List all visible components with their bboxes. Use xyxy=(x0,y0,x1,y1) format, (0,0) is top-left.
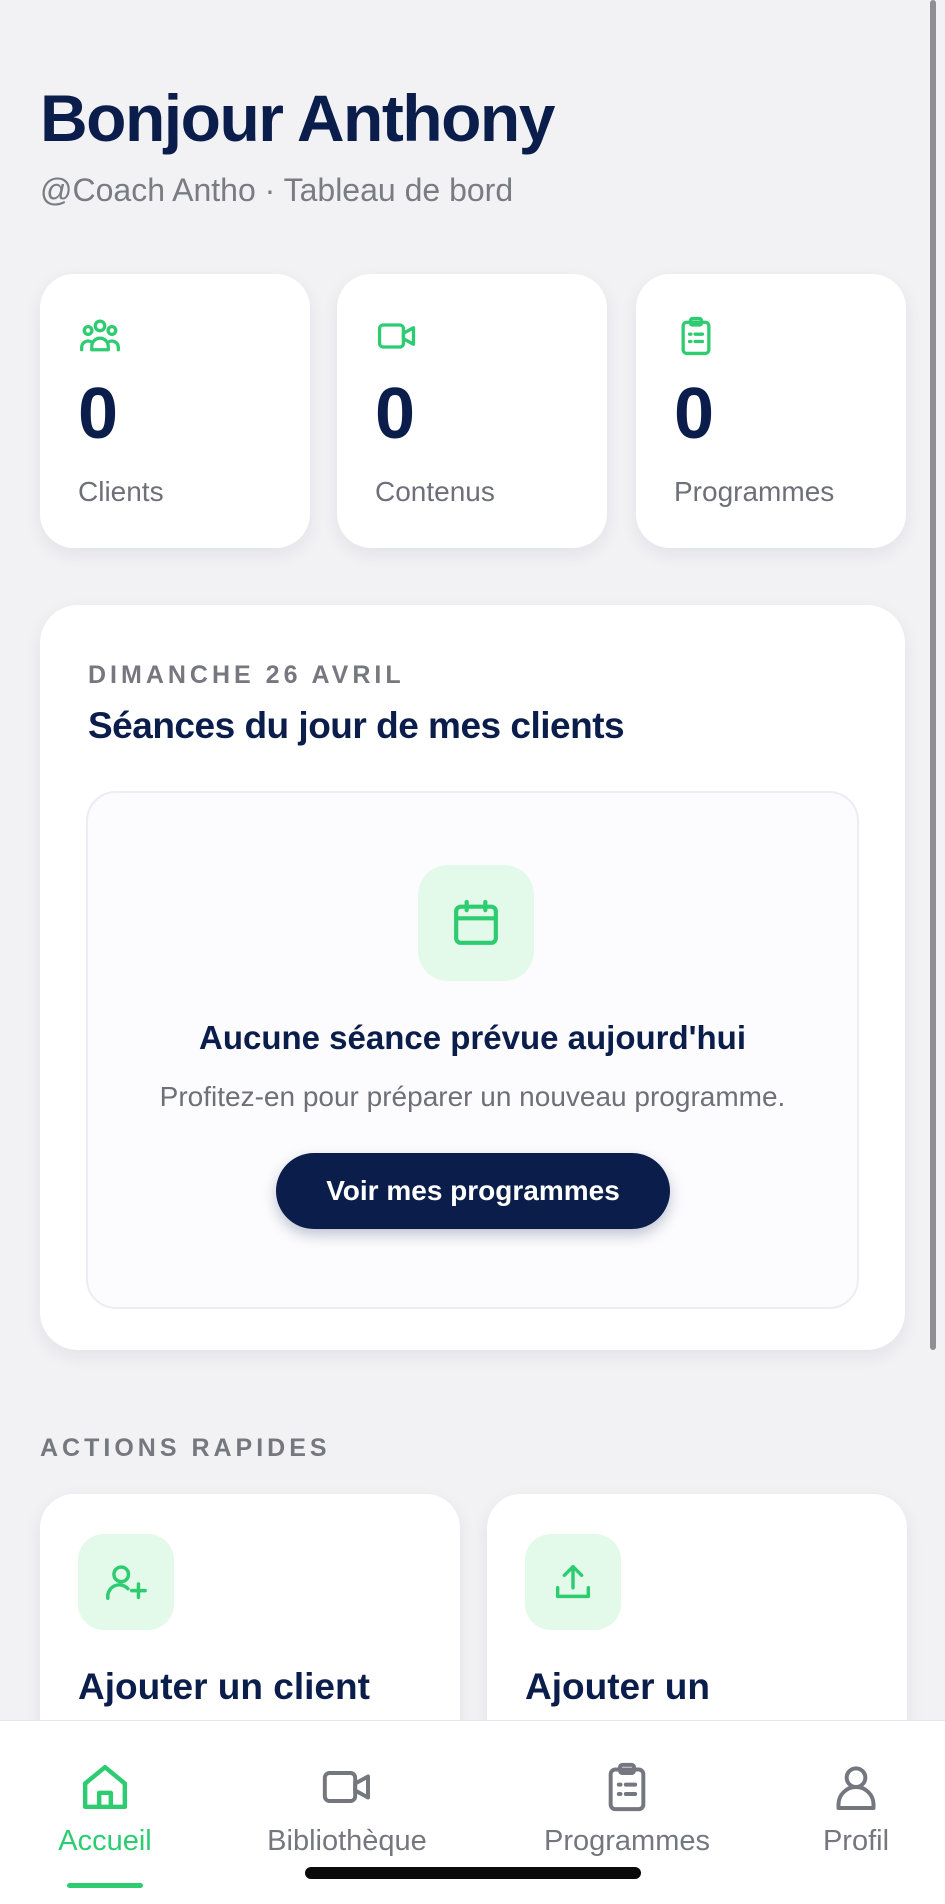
today-sessions-card: DIMANCHE 26 AVRIL Séances du jour de mes… xyxy=(40,605,905,1350)
page-title: Bonjour Anthony xyxy=(40,81,555,155)
stat-label: Programmes xyxy=(674,476,835,507)
stat-label: Contenus xyxy=(375,476,495,507)
user-icon xyxy=(828,1759,884,1815)
action-title: Ajouter un xyxy=(525,1666,710,1707)
user-plus-icon xyxy=(78,1534,174,1630)
add-client-card[interactable]: Ajouter un client xyxy=(40,1494,460,1720)
stat-card-clients[interactable]: 0 Clients xyxy=(40,274,310,548)
add-content-card[interactable]: Ajouter un xyxy=(487,1494,907,1720)
tab-label: Bibliothèque xyxy=(267,1825,427,1857)
stat-value: 0 xyxy=(674,374,715,454)
tab-programs[interactable]: Programmes xyxy=(517,1721,737,1871)
stat-label: Clients xyxy=(78,476,164,507)
tab-label: Accueil xyxy=(58,1825,152,1857)
page-subtitle: @Coach Antho · Tableau de bord xyxy=(40,172,514,208)
tab-label: Profil xyxy=(822,1825,890,1857)
active-tab-indicator xyxy=(67,1883,143,1888)
video-icon xyxy=(319,1759,375,1815)
home-icon xyxy=(77,1759,133,1815)
home-indicator[interactable] xyxy=(305,1867,641,1879)
today-date: DIMANCHE 26 AVRIL xyxy=(88,661,405,689)
tab-label: Programmes xyxy=(544,1825,710,1857)
action-title: Ajouter un client xyxy=(78,1666,370,1707)
tab-home[interactable]: Accueil xyxy=(0,1721,215,1871)
stat-card-programs[interactable]: 0 Programmes xyxy=(636,274,906,548)
clipboard-icon xyxy=(674,314,718,358)
clipboard-icon xyxy=(599,1759,655,1815)
stat-value: 0 xyxy=(78,374,119,454)
stat-value: 0 xyxy=(375,374,416,454)
empty-state-title: Aucune séance prévue aujourd'hui xyxy=(199,1019,746,1056)
stat-card-contents[interactable]: 0 Contenus xyxy=(337,274,607,548)
tab-profile[interactable]: Profil xyxy=(746,1721,945,1871)
dashboard-scroll-area[interactable]: Bonjour Anthony @Coach Antho · Tableau d… xyxy=(0,0,945,1720)
view-programs-button[interactable]: Voir mes programmes xyxy=(276,1153,670,1229)
upload-icon xyxy=(525,1534,621,1630)
empty-state-text: Profitez-en pour préparer un nouveau pro… xyxy=(159,1081,786,1112)
empty-state: Aucune séance prévue aujourd'hui Profite… xyxy=(86,791,859,1309)
quick-actions-heading: ACTIONS RAPIDES xyxy=(40,1434,331,1462)
tab-library[interactable]: Bibliothèque xyxy=(237,1721,457,1871)
calendar-icon xyxy=(418,865,534,981)
today-sessions-title: Séances du jour de mes clients xyxy=(88,705,625,746)
users-icon xyxy=(78,314,122,358)
video-icon xyxy=(375,314,419,358)
scrollbar[interactable] xyxy=(930,0,936,1350)
